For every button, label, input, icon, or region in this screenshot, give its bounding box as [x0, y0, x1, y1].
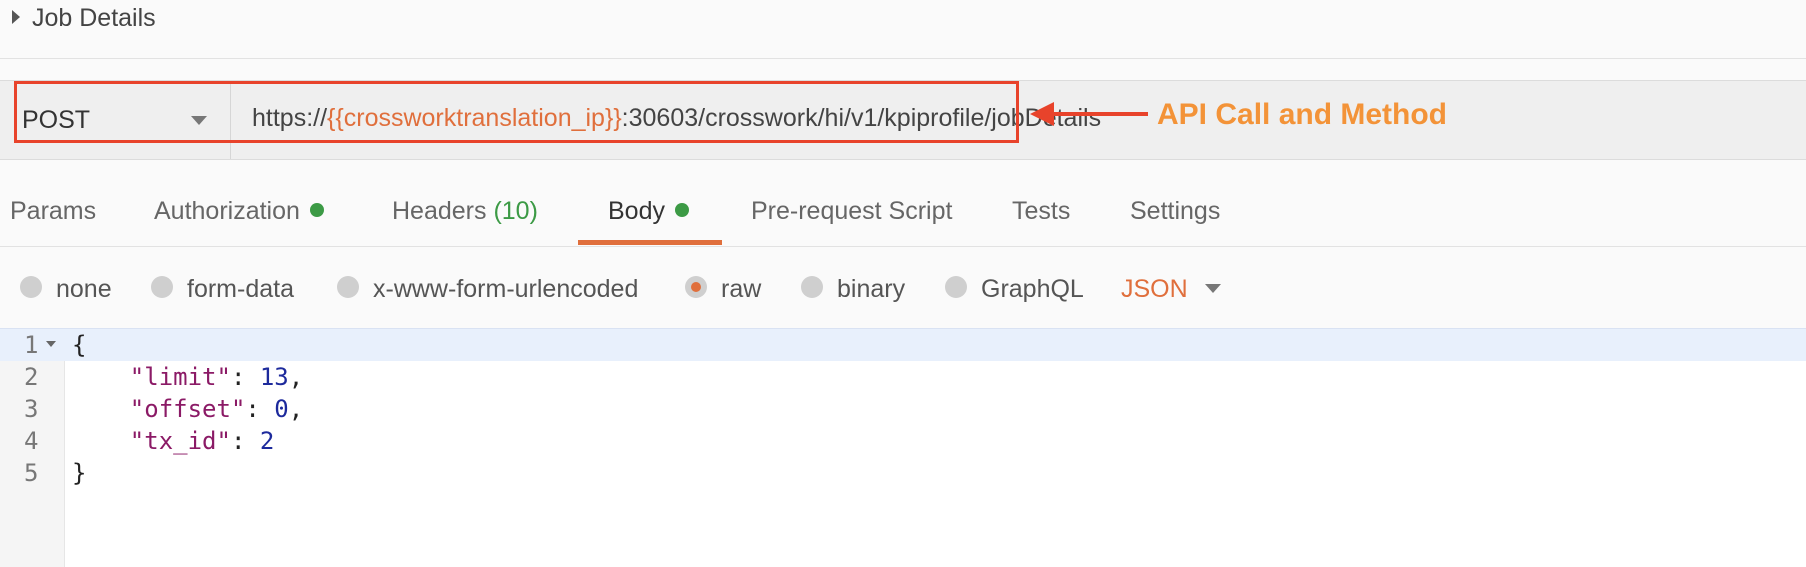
editor-line[interactable]: 2 "limit": 13, — [0, 361, 1806, 393]
tab-label: Settings — [1130, 197, 1221, 225]
tab-body[interactable]: Body — [608, 197, 689, 226]
chevron-down-icon[interactable] — [1205, 284, 1221, 293]
annotation-highlight-box — [14, 81, 1019, 143]
status-dot-icon — [309, 203, 324, 218]
tab-headers[interactable]: Headers (10) — [392, 197, 538, 226]
code-text: "offset": 0, — [72, 395, 303, 423]
tab-pre-request-script[interactable]: Pre-request Script — [751, 197, 952, 226]
caret-right-icon[interactable] — [12, 10, 20, 24]
fold-caret-icon[interactable] — [46, 341, 56, 347]
radio-x-www-form-urlencoded[interactable]: x-www-form-urlencoded — [337, 275, 638, 304]
json-sep: : — [230, 427, 260, 455]
json-key: "offset" — [129, 395, 246, 423]
radio-label: GraphQL — [981, 275, 1084, 303]
line-number: 4 — [24, 427, 39, 455]
body-language-select[interactable]: JSON — [1121, 275, 1188, 304]
radio-button[interactable] — [945, 276, 967, 299]
radio-label: raw — [721, 275, 762, 303]
radio-label: form-data — [187, 275, 294, 303]
job-details-header[interactable]: Job Details — [0, 0, 1806, 59]
body-type-selector: none form-data x-www-form-urlencoded raw… — [0, 264, 1806, 314]
radio-button-checked[interactable] — [685, 276, 707, 299]
annotation-label: API Call and Method — [1157, 98, 1448, 131]
radio-none[interactable]: none — [20, 275, 112, 304]
line-number: 2 — [24, 363, 39, 391]
tab-label: Tests — [1012, 197, 1071, 225]
radio-button[interactable] — [337, 276, 359, 299]
request-tabs: Params Authorization Headers (10) Body P… — [0, 188, 1806, 247]
json-end: , — [288, 363, 304, 391]
tab-authorization[interactable]: Authorization — [154, 197, 324, 226]
tab-params[interactable]: Params — [10, 197, 96, 226]
editor-line[interactable]: 5 } — [0, 457, 1806, 489]
annotation-arrow-icon — [1030, 102, 1148, 126]
tab-label: Headers — [392, 197, 487, 225]
editor-line[interactable]: 1 { — [0, 329, 1806, 361]
radio-form-data[interactable]: form-data — [151, 275, 294, 304]
radio-label: none — [56, 275, 112, 303]
tab-tests[interactable]: Tests — [1012, 197, 1070, 226]
code-text: "tx_id": 2 — [72, 427, 275, 455]
job-details-title: Job Details — [32, 4, 156, 32]
code-text: { — [72, 331, 87, 359]
tab-count: (10) — [493, 197, 538, 225]
tab-label: Params — [10, 197, 97, 225]
json-key: "limit" — [129, 363, 231, 391]
radio-button[interactable] — [20, 276, 42, 299]
json-key: "tx_id" — [129, 427, 231, 455]
radio-raw[interactable]: raw — [685, 275, 761, 304]
code-editor[interactable]: 1 { 2 "limit": 13, 3 "offset": 0, 4 "tx_… — [0, 328, 1806, 567]
json-value: 2 — [259, 427, 275, 455]
code-text: } — [72, 459, 87, 487]
json-sep: : — [245, 395, 275, 423]
json-value: 0 — [274, 395, 289, 423]
line-number: 1 — [24, 331, 39, 359]
active-tab-indicator — [578, 240, 722, 245]
radio-label: x-www-form-urlencoded — [373, 275, 639, 303]
line-number: 3 — [24, 395, 39, 423]
radio-graphql[interactable]: GraphQL — [945, 275, 1084, 304]
json-sep: : — [230, 363, 260, 391]
code-text: "limit": 13, — [72, 363, 303, 391]
status-dot-icon — [674, 203, 689, 218]
json-value: 13 — [259, 363, 289, 391]
line-number: 5 — [24, 459, 39, 487]
tab-label: Authorization — [154, 197, 300, 225]
radio-binary[interactable]: binary — [801, 275, 905, 304]
editor-line[interactable]: 4 "tx_id": 2 — [0, 425, 1806, 457]
radio-button[interactable] — [801, 276, 823, 299]
json-end: , — [288, 395, 304, 423]
radio-label: binary — [837, 275, 906, 303]
editor-line[interactable]: 3 "offset": 0, — [0, 393, 1806, 425]
tab-label: Pre-request Script — [751, 197, 953, 225]
tab-settings[interactable]: Settings — [1130, 197, 1220, 226]
radio-button[interactable] — [151, 276, 173, 299]
tab-label: Body — [608, 197, 665, 225]
